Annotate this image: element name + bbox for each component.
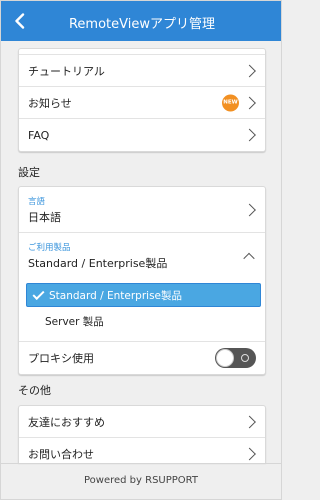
proxy-toggle[interactable] xyxy=(215,348,256,368)
chevron-right-icon xyxy=(243,447,256,461)
settings-card: 言語 日本語 ご利用製品 Standard / Enterprise製品 Sta… xyxy=(18,186,266,375)
chevron-right-icon xyxy=(243,128,256,142)
chevron-right-icon xyxy=(243,203,256,216)
product-option-standard[interactable]: Standard / Enterprise製品 xyxy=(26,283,261,307)
help-card: チュートリアル お知らせ NEW FAQ xyxy=(18,48,266,152)
other-section-title: その他 xyxy=(18,384,51,397)
language-label: 言語 xyxy=(28,196,46,207)
app-header: RemoteViewアプリ管理 xyxy=(1,1,281,41)
menu-item-label: 友達におすすめ xyxy=(28,415,105,429)
language-setting[interactable]: 言語 日本語 xyxy=(19,187,265,233)
other-card: 友達におすすめ お問い合わせ xyxy=(18,405,266,463)
product-options: Standard / Enterprise製品 Server 製品 xyxy=(19,279,265,342)
proxy-setting: プロキシ使用 xyxy=(19,342,265,374)
toggle-knob xyxy=(216,349,234,367)
menu-item-tutorial[interactable]: チュートリアル xyxy=(19,55,265,87)
menu-item-label: FAQ xyxy=(28,128,50,142)
language-value: 日本語 xyxy=(28,210,61,224)
app-screen: RemoteViewアプリ管理 チュートリアル お知らせ NEW FAQ 設定 … xyxy=(0,0,282,500)
check-icon xyxy=(32,287,45,300)
page-title: RemoteViewアプリ管理 xyxy=(68,17,215,32)
chevron-right-icon xyxy=(243,415,256,428)
menu-item-recommend[interactable]: 友達におすすめ xyxy=(19,406,265,438)
menu-item-contact[interactable]: お問い合わせ xyxy=(19,438,265,463)
menu-item-faq[interactable]: FAQ xyxy=(19,119,265,151)
option-label: Standard / Enterprise製品 xyxy=(49,289,182,302)
chevron-right-icon xyxy=(243,96,256,109)
new-badge: NEW xyxy=(222,94,239,111)
product-value: Standard / Enterprise製品 xyxy=(28,257,168,270)
menu-item-news[interactable]: お知らせ NEW xyxy=(19,87,265,119)
toggle-off-icon xyxy=(241,354,249,362)
menu-item-label: チュートリアル xyxy=(28,64,105,78)
proxy-label: プロキシ使用 xyxy=(28,352,94,365)
product-option-server[interactable]: Server 製品 xyxy=(26,307,261,335)
settings-section-title: 設定 xyxy=(18,166,40,179)
chevron-up-icon xyxy=(243,252,255,265)
footer-powered-by: Powered by RSUPPORT xyxy=(83,475,198,486)
product-setting[interactable]: ご利用製品 Standard / Enterprise製品 xyxy=(19,233,265,279)
footer-divider xyxy=(1,463,281,464)
menu-item-label: お問い合わせ xyxy=(28,448,94,461)
product-label: ご利用製品 xyxy=(28,243,71,253)
chevron-right-icon xyxy=(243,64,256,77)
option-label: Server 製品 xyxy=(45,315,104,328)
menu-item-label: お知らせ xyxy=(28,96,72,110)
